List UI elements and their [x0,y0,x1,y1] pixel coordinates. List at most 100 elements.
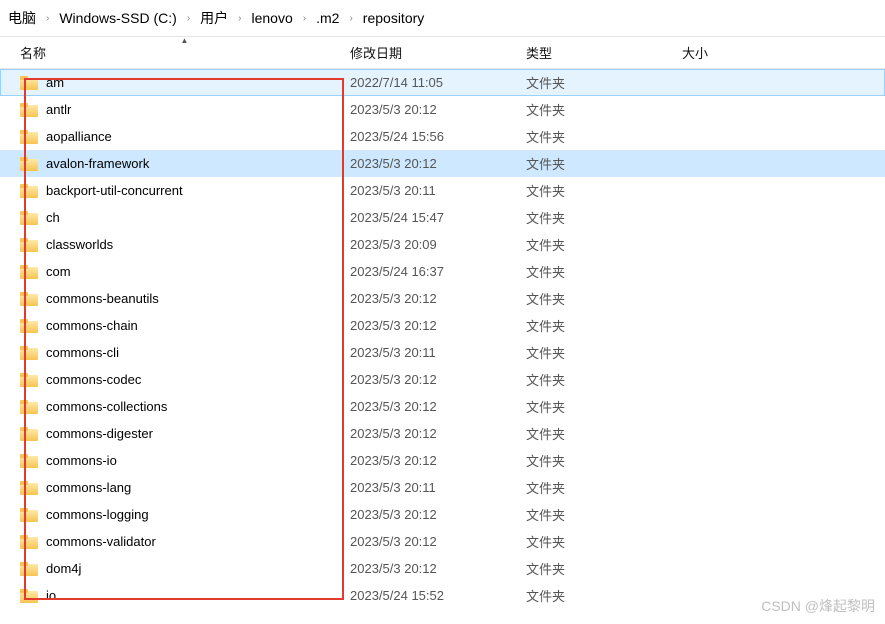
cell-type: 文件夹 [526,235,682,254]
cell-date: 2023/5/3 20:12 [350,453,526,468]
folder-name: classworlds [46,237,113,252]
column-date-header[interactable]: 修改日期 [350,37,526,68]
cell-type: 文件夹 [526,316,682,335]
folder-row[interactable]: commons-validator2023/5/3 20:12文件夹 [0,528,885,555]
cell-date: 2023/5/3 20:12 [350,426,526,441]
folder-name: backport-util-concurrent [46,183,183,198]
folder-row[interactable]: io 2023/5/24 15:52文件夹 [0,582,885,609]
folder-icon [20,211,38,225]
folder-row[interactable]: commons-io2023/5/3 20:12文件夹 [0,447,885,474]
folder-row[interactable]: ch2023/5/24 15:47文件夹 [0,204,885,231]
folder-icon [20,157,38,171]
folder-icon [20,400,38,414]
folder-name: commons-beanutils [46,291,159,306]
folder-icon [20,427,38,441]
cell-name: commons-beanutils [20,291,350,306]
folder-icon [20,589,38,603]
folder-icon [20,238,38,252]
chevron-right-icon: › [299,13,310,24]
folder-name: aopalliance [46,129,112,144]
cell-name: commons-io [20,453,350,468]
cell-type: 文件夹 [526,370,682,389]
folder-row[interactable]: commons-digester 2023/5/3 20:12文件夹 [0,420,885,447]
breadcrumb-item[interactable]: Windows-SSD (C:) [57,10,178,26]
folder-icon [20,562,38,576]
folder-icon [20,319,38,333]
cell-date: 2023/5/24 15:47 [350,210,526,225]
folder-name: io [46,588,56,603]
folder-icon [20,535,38,549]
cell-name: commons-cli [20,345,350,360]
cell-name: am [20,75,350,90]
folder-row[interactable]: com 2023/5/24 16:37文件夹 [0,258,885,285]
column-name-label: 名称 [20,43,46,62]
cell-date: 2023/5/24 15:56 [350,129,526,144]
cell-type: 文件夹 [526,262,682,281]
folder-row[interactable]: backport-util-concurrent2023/5/3 20:11文件… [0,177,885,204]
cell-name: commons-validator [20,534,350,549]
cell-name: com [20,264,350,279]
cell-type: 文件夹 [526,586,682,605]
folder-row[interactable]: commons-collections2023/5/3 20:12文件夹 [0,393,885,420]
folder-row[interactable]: dom4j2023/5/3 20:12文件夹 [0,555,885,582]
folder-row[interactable]: commons-codec2023/5/3 20:12文件夹 [0,366,885,393]
cell-name: classworlds [20,237,350,252]
cell-type: 文件夹 [526,424,682,443]
folder-icon [20,76,38,90]
chevron-right-icon: › [234,13,245,24]
chevron-right-icon: › [42,13,53,24]
column-size-header[interactable]: 大小 [682,37,802,68]
folder-icon [20,346,38,360]
folder-name: am [46,75,64,90]
breadcrumb-item[interactable]: .m2 [314,10,341,26]
cell-type: 文件夹 [526,505,682,524]
folder-row[interactable]: commons-chain2023/5/3 20:12文件夹 [0,312,885,339]
folder-icon [20,481,38,495]
cell-name: io [20,588,350,603]
cell-type: 文件夹 [526,478,682,497]
folder-row[interactable]: classworlds2023/5/3 20:09文件夹 [0,231,885,258]
folder-row[interactable]: am2022/7/14 11:05文件夹 [0,69,885,96]
breadcrumb-item[interactable]: repository [361,10,426,26]
breadcrumb-item[interactable]: lenovo [250,10,295,26]
cell-name: commons-collections [20,399,350,414]
cell-date: 2023/5/24 15:52 [350,588,526,603]
cell-name: backport-util-concurrent [20,183,350,198]
folder-name: commons-digester [46,426,153,441]
cell-name: commons-logging [20,507,350,522]
folder-icon [20,130,38,144]
folder-name: com [46,264,71,279]
folder-row[interactable]: aopalliance 2023/5/24 15:56文件夹 [0,123,885,150]
breadcrumb[interactable]: 电脑›Windows-SSD (C:)›用户›lenovo›.m2›reposi… [0,0,885,37]
chevron-right-icon: › [345,13,356,24]
cell-name: avalon-framework [20,156,350,171]
column-type-label: 类型 [526,43,552,62]
cell-type: 文件夹 [526,559,682,578]
cell-type: 文件夹 [526,127,682,146]
column-name-header[interactable]: ▲ 名称 [20,37,350,68]
folder-row[interactable]: commons-lang 2023/5/3 20:11文件夹 [0,474,885,501]
column-type-header[interactable]: 类型 [526,37,682,68]
folder-row[interactable]: commons-cli2023/5/3 20:11文件夹 [0,339,885,366]
cell-date: 2023/5/24 16:37 [350,264,526,279]
column-headers: ▲ 名称 修改日期 类型 大小 [0,37,885,69]
cell-name: commons-lang [20,480,350,495]
folder-row[interactable]: antlr2023/5/3 20:12文件夹 [0,96,885,123]
cell-name: aopalliance [20,129,350,144]
cell-type: 文件夹 [526,181,682,200]
file-list: am2022/7/14 11:05文件夹antlr2023/5/3 20:12文… [0,69,885,609]
folder-name: ch [46,210,60,225]
cell-date: 2023/5/3 20:12 [350,534,526,549]
column-date-label: 修改日期 [350,43,402,62]
cell-type: 文件夹 [526,154,682,173]
folder-row[interactable]: commons-beanutils2023/5/3 20:12文件夹 [0,285,885,312]
folder-row[interactable]: avalon-framework2023/5/3 20:12文件夹 [0,150,885,177]
breadcrumb-item[interactable]: 用户 [198,8,230,28]
cell-name: dom4j [20,561,350,576]
cell-name: commons-chain [20,318,350,333]
cell-name: commons-digester [20,426,350,441]
folder-row[interactable]: commons-logging2023/5/3 20:12文件夹 [0,501,885,528]
folder-name: commons-lang [46,480,131,495]
breadcrumb-item[interactable]: 电脑 [6,8,38,28]
cell-date: 2023/5/3 20:11 [350,480,526,495]
